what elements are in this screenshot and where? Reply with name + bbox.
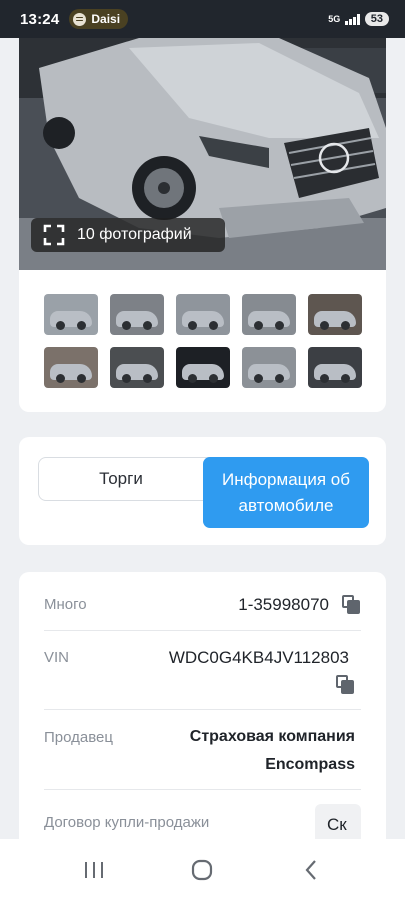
photo-count-button[interactable]: 10 фотографий (31, 218, 225, 252)
divider (44, 709, 361, 710)
status-indicators: 5G 53 (328, 12, 389, 26)
lot-value: 1-35998070 (238, 595, 329, 614)
photo-thumbnail[interactable] (110, 347, 164, 388)
seller-value-line2: Encompass (265, 756, 355, 773)
divider (44, 630, 361, 631)
recent-apps-icon (85, 861, 104, 878)
fullscreen-icon (43, 224, 65, 246)
signal-icon (345, 13, 360, 25)
lot-label: Много (44, 596, 87, 613)
photo-thumbnail[interactable] (176, 294, 230, 335)
photo-thumbnail[interactable] (176, 347, 230, 388)
photo-thumbnail[interactable] (242, 347, 296, 388)
photo-count-label: 10 фотографий (77, 226, 192, 243)
seller-value-line1: Страховая компания (189, 728, 355, 745)
photo-thumbnail[interactable] (110, 294, 164, 335)
seller-row: Продавец Страховая компания Encompass (44, 723, 361, 783)
tabs-card: Торги Информация об автомобиле (19, 437, 386, 545)
lot-row: Много 1-35998070 (44, 595, 361, 620)
photo-thumbnail[interactable] (308, 347, 362, 388)
seller-value: Страховая компания Encompass (190, 723, 355, 779)
back-icon (305, 859, 316, 880)
photo-thumbnail[interactable] (44, 347, 98, 388)
vin-value: WDC0G4KB4JV112803 (168, 648, 349, 667)
tab-auction[interactable]: Торги (39, 458, 203, 500)
photo-thumbnail[interactable] (44, 294, 98, 335)
media-pill[interactable]: Daisi (69, 9, 129, 29)
back-button[interactable] (291, 850, 331, 890)
battery-indicator: 53 (364, 12, 389, 26)
recent-apps-button[interactable] (74, 850, 114, 890)
system-nav-bar (0, 839, 405, 900)
status-time: 13:24 (20, 10, 60, 28)
copy-vin-icon[interactable] (336, 675, 355, 694)
main-vehicle-photo[interactable]: 10 фотографий (19, 38, 386, 270)
tab-vehicle-info[interactable]: Информация об автомобиле (203, 457, 369, 528)
spotify-icon (73, 12, 87, 26)
home-icon (192, 859, 213, 880)
thumbnail-grid (44, 294, 362, 388)
contract-label: Договор купли-продажи (44, 814, 210, 831)
vehicle-details-card: Много 1-35998070 VIN WDC0G4KB4JV112803 П… (19, 572, 386, 862)
copy-lot-icon[interactable] (342, 595, 361, 614)
photo-thumbnail[interactable] (308, 294, 362, 335)
divider (44, 789, 361, 790)
network-indicator: 5G (328, 14, 341, 24)
seller-label: Продавец (44, 729, 113, 746)
vin-row: VIN WDC0G4KB4JV112803 (44, 648, 361, 699)
home-button[interactable] (182, 850, 222, 890)
tab-switcher: Торги Информация об автомобиле (38, 457, 369, 528)
photo-card: 10 фотографий (19, 38, 386, 412)
photo-thumbnail[interactable] (242, 294, 296, 335)
media-app-label: Daisi (91, 12, 121, 26)
vin-label: VIN (44, 649, 70, 666)
status-bar: 13:24 Daisi 5G 53 (0, 0, 405, 38)
